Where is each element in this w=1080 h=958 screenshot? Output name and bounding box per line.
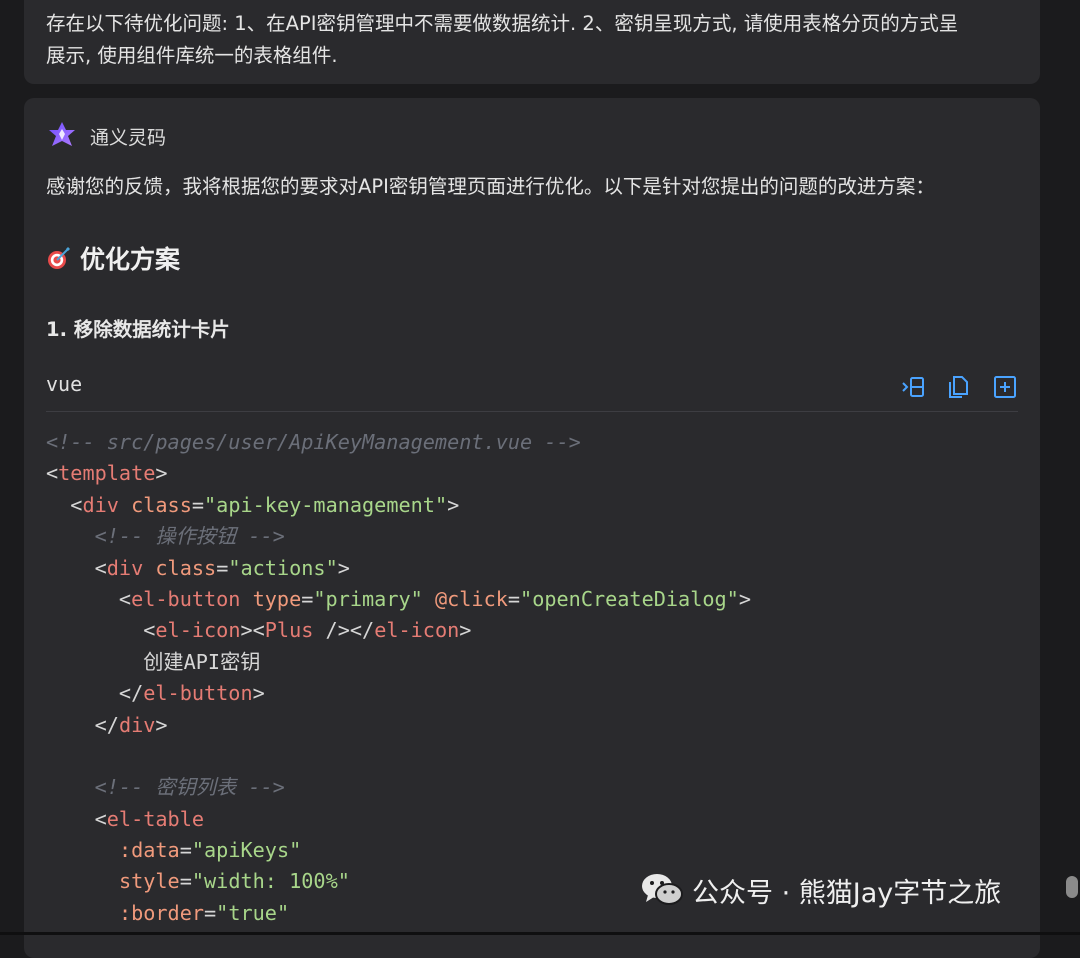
code-token: @click	[434, 586, 508, 611]
code-token: "openCreateDialog"	[520, 586, 739, 611]
section-heading: 优化方案	[46, 240, 180, 276]
new-file-icon[interactable]	[992, 374, 1018, 400]
code-language-label: vue	[46, 372, 83, 396]
user-message-card: 存在以下待优化问题: 1、在API密钥管理中不需要做数据统计. 2、密钥呈现方式…	[24, 0, 1040, 84]
code-token: </	[46, 681, 144, 706]
code-token: "primary"	[313, 586, 423, 611]
code-line: <!-- 操作按钮 -->	[46, 521, 1026, 552]
code-line: <el-icon><Plus /></el-icon>	[46, 615, 1026, 646]
code-token: "true"	[216, 900, 290, 925]
code-token: el-button	[131, 586, 241, 611]
code-token: template	[58, 461, 156, 486]
code-token: el-button	[143, 681, 253, 706]
code-token: <	[46, 461, 59, 486]
code-token: "api-key-management"	[204, 492, 448, 517]
assistant-name: 通义灵码	[90, 126, 167, 149]
code-token: =	[301, 586, 314, 611]
tongyi-logo-icon	[49, 122, 75, 146]
code-token: el-icon	[374, 618, 460, 643]
wechat-icon	[642, 874, 683, 905]
code-line: <div class="actions">	[46, 553, 1026, 584]
code-line: <!-- 密钥列表 -->	[46, 772, 1026, 803]
code-line: <el-button type="primary" @click="openCr…	[46, 584, 1026, 615]
code-actions	[900, 374, 1018, 400]
code-token: >	[447, 492, 460, 517]
code-token: =	[191, 492, 205, 517]
code-token: :data	[118, 838, 180, 863]
code-token: ><	[240, 618, 265, 643]
code-line: <div class="api-key-management">	[46, 490, 1026, 521]
code-token: "actions"	[228, 555, 338, 580]
code-token: <!-- src/pages/user/ApiKeyManagement.vue…	[46, 430, 581, 454]
scrollbar-thumb[interactable]	[1066, 876, 1078, 898]
target-icon	[48, 247, 70, 269]
code-token: <	[46, 555, 107, 580]
code-line: <!-- src/pages/user/ApiKeyManagement.vue…	[46, 427, 1026, 458]
code-block-header: vue	[46, 368, 1018, 412]
code-token: el-table	[106, 806, 205, 831]
assistant-message-card: 通义灵码 感谢您的反馈，我将根据您的要求对API密钥管理页面进行优化。以下是针对…	[24, 98, 1040, 958]
code-token: el-icon	[155, 618, 241, 643]
subsection-title: 1. 移除数据统计卡片	[46, 318, 230, 341]
code-token: =	[179, 838, 192, 863]
code-token: <!-- 密钥列表 -->	[46, 775, 285, 800]
code-token: Plus	[264, 618, 314, 643]
watermark-text: 公众号 · 熊猫Jay字节之旅	[692, 877, 1002, 909]
code-token: =	[179, 869, 192, 894]
section-title: 优化方案	[80, 245, 181, 274]
code-token: >	[155, 712, 168, 737]
code-token: >	[337, 555, 350, 580]
code-token: <!-- 操作按钮 -->	[46, 524, 285, 549]
code-token: 创建API密钥	[46, 649, 261, 674]
watermark: 公众号 · 熊猫Jay字节之旅	[640, 870, 1001, 910]
code-token: "apiKeys"	[191, 838, 302, 863]
code-token: div	[106, 555, 144, 580]
code-token: >	[252, 681, 265, 706]
code-token: >	[738, 586, 751, 611]
code-token: "width: 100%"	[191, 869, 350, 894]
code-token: <	[46, 586, 132, 611]
code-token: :border	[118, 900, 205, 925]
code-block-body[interactable]: <!-- src/pages/user/ApiKeyManagement.vue…	[46, 427, 1026, 929]
code-token: style	[118, 869, 180, 894]
user-message-text: 存在以下待优化问题: 1、在API密钥管理中不需要做数据统计. 2、密钥呈现方式…	[46, 12, 959, 67]
code-token: <	[46, 492, 83, 517]
code-token: =	[507, 586, 521, 611]
code-token: =	[216, 555, 229, 580]
code-token: div	[118, 712, 156, 737]
assistant-intro-text: 感谢您的反馈，我将根据您的要求对API密钥管理页面进行优化。以下是针对您提出的问…	[46, 175, 935, 198]
code-token: class	[131, 492, 192, 517]
code-token: </	[46, 712, 119, 737]
code-line: </el-button>	[46, 678, 1026, 709]
code-token: div	[82, 492, 119, 517]
insert-icon[interactable]	[900, 374, 926, 400]
code-token: /></	[313, 618, 375, 643]
code-token: class	[155, 555, 217, 580]
assistant-header: 通义灵码	[46, 120, 166, 152]
code-line: :data="apiKeys"	[46, 835, 1026, 866]
code-line: </div>	[46, 710, 1026, 741]
code-token: type	[252, 586, 302, 611]
code-token: >	[459, 618, 472, 643]
code-line: <el-table	[46, 804, 1026, 835]
code-token: >	[155, 461, 168, 486]
copy-icon[interactable]	[946, 374, 972, 400]
code-token: <	[46, 618, 156, 643]
code-line: <template>	[46, 458, 1026, 489]
code-token: <	[46, 806, 107, 831]
code-line: 创建API密钥	[46, 647, 1026, 678]
code-token: =	[204, 900, 217, 925]
